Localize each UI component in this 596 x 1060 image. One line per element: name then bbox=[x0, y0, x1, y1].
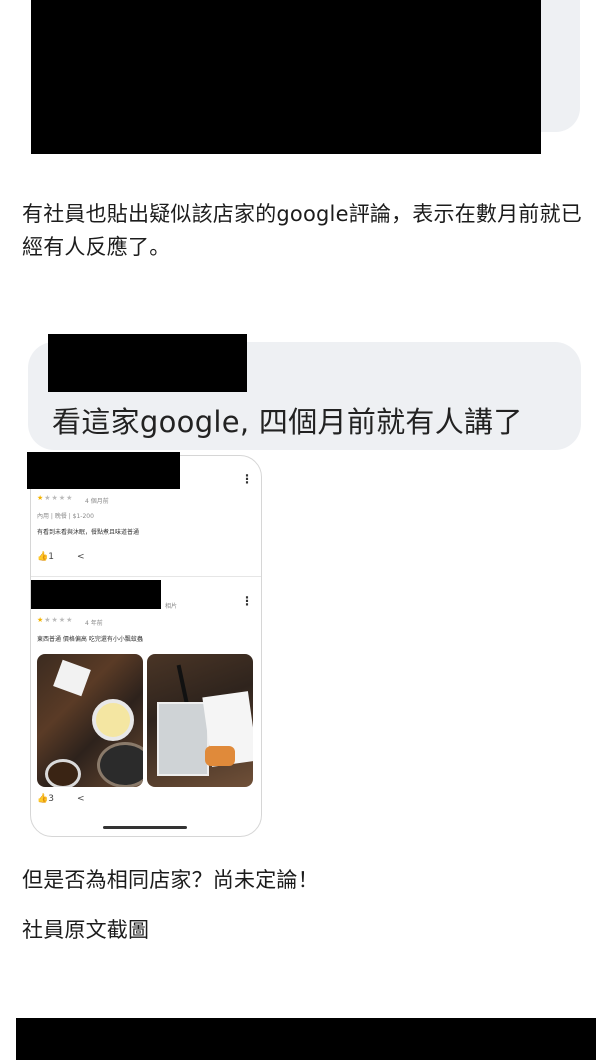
image-caption: 社員原文截圖 bbox=[22, 918, 150, 942]
review-2-body: 東西普通 價格偏高 吃完還有小小飄蚊蟲 bbox=[37, 636, 143, 643]
photo-container bbox=[157, 702, 209, 776]
review-1-time: 4 個月前 bbox=[85, 498, 109, 505]
review-photo-1[interactable] bbox=[37, 654, 143, 787]
kebab-menu-icon[interactable]: ⋮ bbox=[241, 472, 253, 486]
photo-napkin bbox=[53, 659, 91, 697]
article-paragraph-1: 有社員也貼出疑似該店家的google評論，表示在數月前就已經有人反應了。 bbox=[22, 202, 582, 259]
review-divider bbox=[31, 576, 261, 577]
bottom-redacted-image bbox=[16, 1018, 596, 1060]
photo-pot bbox=[97, 742, 143, 787]
review-1-meta: 內用 | 晚餐 | $1-200 bbox=[37, 513, 94, 520]
review-photo-2[interactable] bbox=[147, 654, 253, 787]
article-paragraph-2: 但是否為相同店家？尚未定論！ bbox=[22, 868, 319, 892]
review-1-like-count: 1 bbox=[48, 552, 54, 562]
review-2-time: 4 年前 bbox=[85, 620, 103, 627]
thumbs-up-icon: 👍 bbox=[37, 794, 49, 804]
comment-text: 看這家google, 四個月前就有人講了 bbox=[52, 405, 523, 439]
review-2-like-count: 3 bbox=[48, 794, 54, 804]
reviewer-1-name-redacted bbox=[27, 452, 180, 489]
review-2-like-button[interactable]: 👍3 bbox=[37, 794, 54, 804]
review-2-header-suffix: 相片 bbox=[165, 603, 178, 610]
review-screenshot: ★★★★★ 4 個月前 ⋮ 內用 | 晚餐 | $1-200 有看到未看與沐眠，… bbox=[30, 455, 262, 837]
photo-plate bbox=[92, 699, 134, 741]
home-indicator bbox=[103, 826, 187, 829]
share-icon[interactable]: < bbox=[77, 794, 85, 804]
review-2-stars: ★★★★★ bbox=[37, 616, 74, 624]
review-1-body: 有看到未看與沐眠，餐點煮且味道普通 bbox=[37, 529, 140, 536]
photo-bowl bbox=[45, 759, 81, 787]
review-1-like-button[interactable]: 👍1 bbox=[37, 552, 54, 562]
thumbs-up-icon: 👍 bbox=[37, 552, 49, 562]
reviewer-2-name-redacted bbox=[31, 580, 161, 609]
commenter-name-redacted bbox=[48, 334, 247, 392]
review-1-stars: ★★★★★ bbox=[37, 494, 74, 502]
top-redacted-image bbox=[31, 0, 541, 154]
photo-food-scraps bbox=[205, 746, 235, 766]
kebab-menu-icon[interactable]: ⋮ bbox=[241, 594, 253, 608]
share-icon[interactable]: < bbox=[77, 552, 85, 562]
